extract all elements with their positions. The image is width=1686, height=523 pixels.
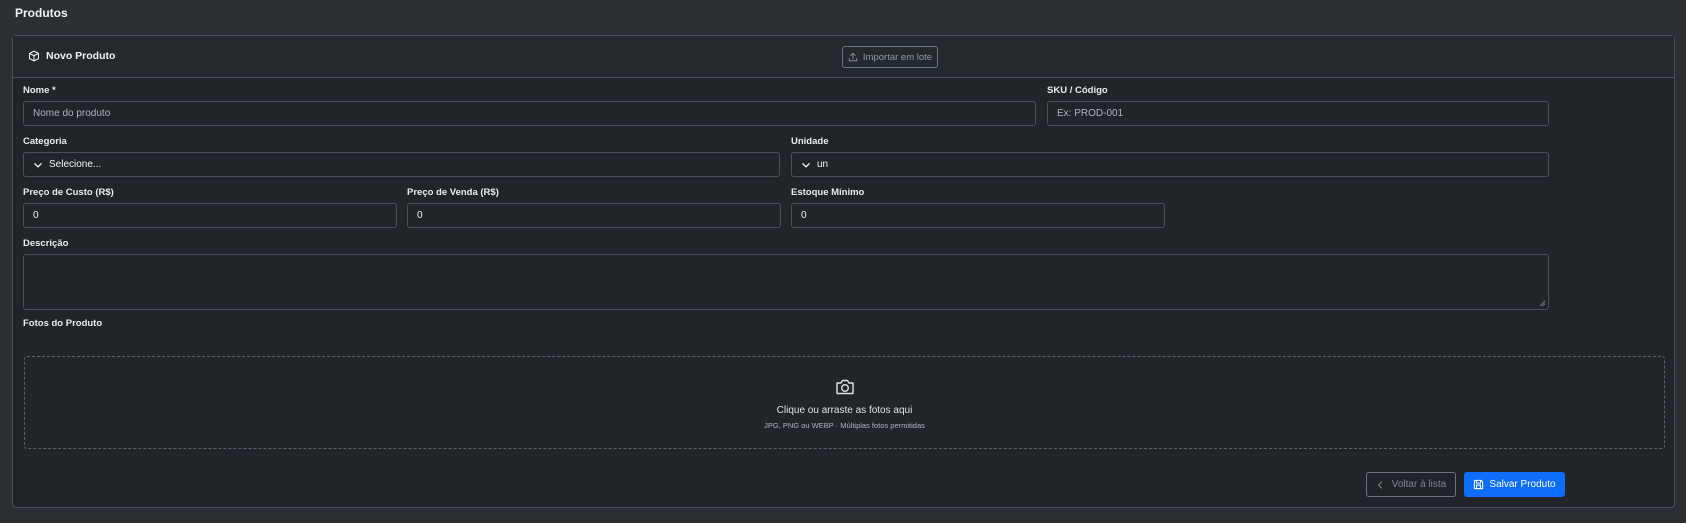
- categoria-select[interactable]: Selecione...: [23, 152, 780, 177]
- card-title: Novo Produto: [28, 50, 115, 62]
- back-to-list-button[interactable]: Voltar à lista: [1366, 472, 1456, 497]
- descricao-textarea[interactable]: [23, 254, 1549, 310]
- chevron-left-icon: [1377, 480, 1382, 489]
- preco-custo-label: Preço de Custo (R$): [23, 187, 114, 198]
- preco-venda-input[interactable]: 0: [407, 203, 781, 228]
- nome-input[interactable]: Nome do produto: [23, 101, 1036, 126]
- back-to-list-label: Voltar à lista: [1391, 479, 1447, 490]
- box-icon: [28, 50, 40, 62]
- camera-icon: [835, 379, 854, 394]
- descricao-label: Descrição: [23, 238, 69, 249]
- unidade-selected: un: [817, 159, 829, 170]
- photo-dropzone[interactable]: Clique ou arraste as fotos aqui JPG, PNG…: [24, 356, 1665, 449]
- chevron-down-icon: [802, 162, 810, 167]
- sku-input[interactable]: Ex: PROD-001: [1047, 101, 1549, 126]
- import-batch-button[interactable]: Importar em lote: [842, 46, 938, 68]
- card-title-text: Novo Produto: [46, 50, 116, 62]
- estoque-minimo-label: Estoque Mínimo: [791, 187, 865, 198]
- estoque-minimo-input[interactable]: 0: [791, 203, 1165, 228]
- unidade-select[interactable]: un: [791, 152, 1549, 177]
- dropzone-hint: JPG, PNG ou WEBP · Múltiplas fotos permi…: [764, 420, 925, 430]
- page-title: Produtos: [15, 6, 68, 20]
- sku-label: SKU / Código: [1047, 85, 1108, 96]
- product-form-card: Novo Produto Importar em lote Nome * Nom…: [12, 35, 1675, 508]
- unidade-label: Unidade: [791, 136, 829, 147]
- save-product-button[interactable]: Salvar Produto: [1464, 472, 1565, 497]
- chevron-down-icon: [34, 162, 42, 167]
- card-header: Novo Produto Importar em lote: [13, 36, 1674, 78]
- preco-venda-label: Preço de Venda (R$): [407, 187, 499, 198]
- resize-grip-icon[interactable]: [1539, 300, 1546, 307]
- dropzone-text: Clique ou arraste as fotos aqui: [776, 404, 913, 416]
- save-product-label: Salvar Produto: [1489, 479, 1556, 490]
- upload-icon: [848, 52, 858, 62]
- save-icon: [1474, 479, 1484, 490]
- nome-label: Nome *: [23, 85, 56, 96]
- categoria-label: Categoria: [23, 136, 67, 147]
- import-batch-label: Importar em lote: [862, 51, 933, 63]
- preco-custo-input[interactable]: 0: [23, 203, 397, 228]
- fotos-label: Fotos do Produto: [23, 318, 103, 329]
- categoria-selected: Selecione...: [49, 159, 102, 170]
